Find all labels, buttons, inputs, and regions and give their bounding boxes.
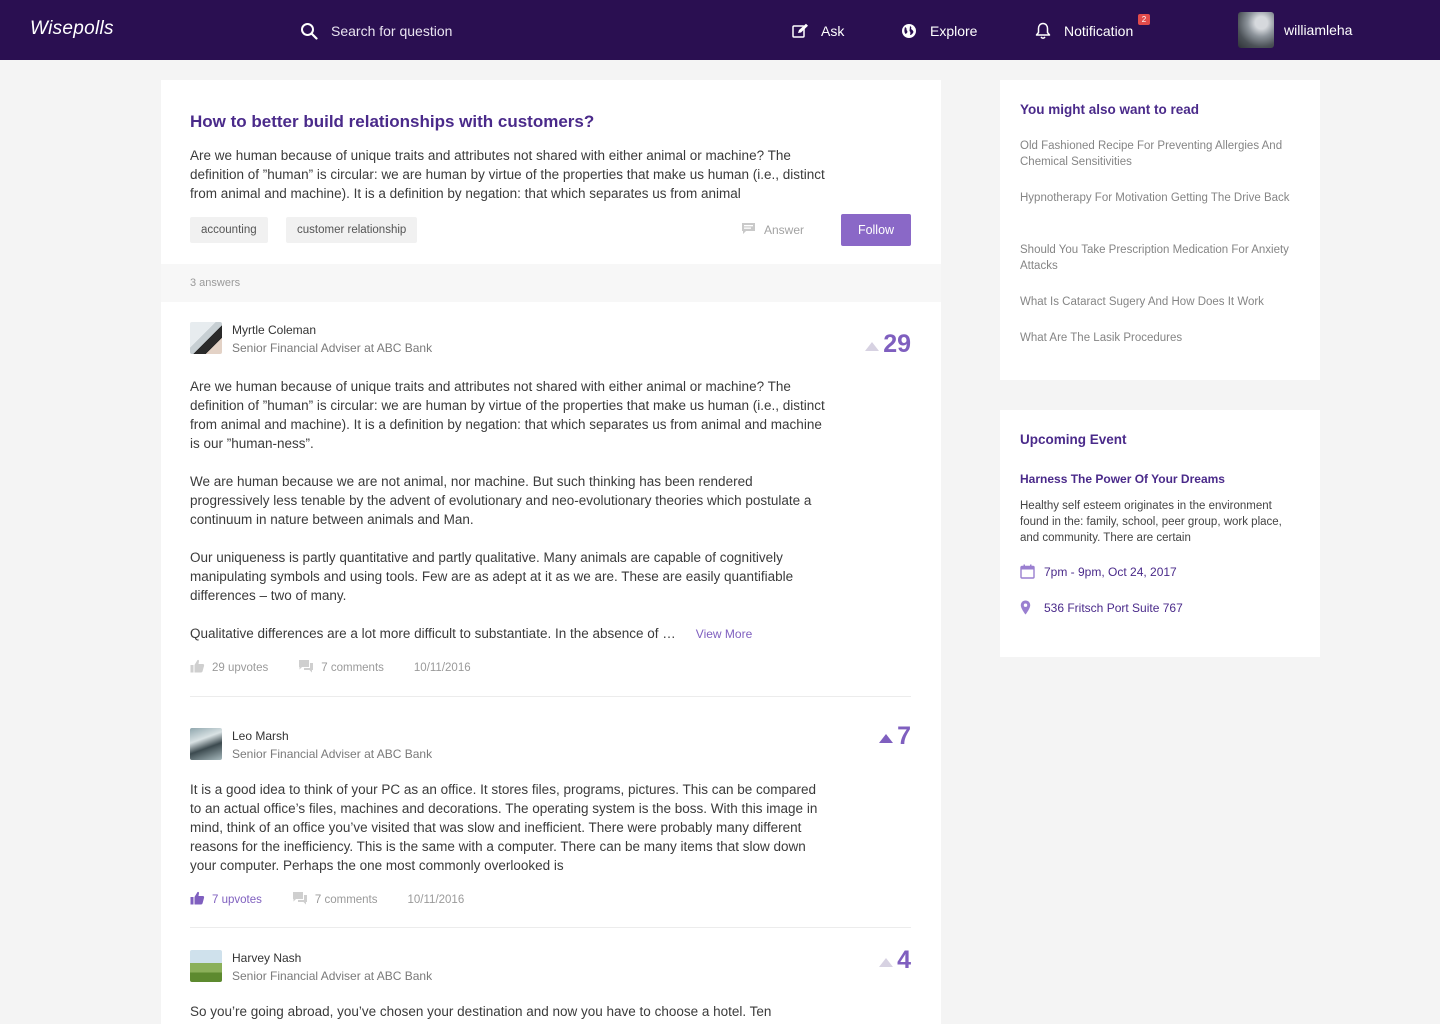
vote-counter[interactable]: 7 — [879, 722, 911, 751]
upcoming-event-title: Upcoming Event — [1020, 432, 1127, 447]
brand-logo[interactable]: Wisepolls — [30, 18, 114, 40]
calendar-icon — [1020, 564, 1038, 579]
upvote-arrow-icon[interactable] — [879, 734, 894, 743]
nav-explore[interactable]: Explore — [900, 20, 977, 42]
answer-paragraph-text: Qualitative differences are a lot more d… — [190, 626, 676, 641]
comments-count: 7 comments — [321, 661, 384, 674]
question-title[interactable]: How to better build relationships with c… — [190, 112, 594, 132]
avatar[interactable] — [190, 728, 222, 760]
vote-count: 29 — [883, 330, 911, 358]
tag-customer-relationship[interactable]: customer relationship — [286, 217, 418, 243]
upvote-button[interactable]: 29 upvotes — [190, 659, 268, 676]
upvote-button[interactable]: 7 upvotes — [190, 891, 262, 908]
edit-icon — [791, 22, 809, 40]
nav-ask[interactable]: Ask — [791, 20, 844, 42]
related-link[interactable]: What Is Cataract Sugery And How Does It … — [1020, 294, 1290, 310]
author-role: Senior Financial Adviser at ABC Bank — [232, 341, 433, 355]
answer-body: So you’re going abroad, you’ve chosen yo… — [190, 1004, 772, 1019]
view-more-link[interactable]: View More — [696, 627, 752, 641]
nav-ask-label: Ask — [821, 23, 845, 39]
event-time: 7pm - 9pm, Oct 24, 2017 — [1020, 564, 1177, 579]
event-time-text: 7pm - 9pm, Oct 24, 2017 — [1044, 564, 1177, 579]
answer-meta: 29 upvotes 7 comments 10/11/2016 — [190, 659, 501, 676]
related-link[interactable]: Should You Take Prescription Medication … — [1020, 242, 1290, 274]
vote-count: 7 — [897, 722, 911, 750]
vote-counter[interactable]: 29 — [865, 330, 911, 359]
avatar[interactable] — [190, 322, 222, 354]
answer-label: Answer — [764, 223, 805, 237]
answer-date: 10/11/2016 — [407, 893, 465, 906]
answer-item: Leo Marsh Senior Financial Adviser at AB… — [190, 722, 911, 908]
search-icon — [300, 22, 318, 40]
event-description: Healthy self esteem originates in the en… — [1020, 500, 1282, 544]
related-link[interactable]: What Are The Lasik Procedures — [1020, 330, 1290, 346]
answer-paragraph: Are we human because of unique traits an… — [190, 379, 825, 451]
follow-button[interactable]: Follow — [841, 214, 911, 246]
upvote-arrow-icon[interactable] — [865, 342, 880, 351]
nav-explore-label: Explore — [930, 23, 978, 39]
user-avatar — [1238, 12, 1274, 48]
answer-paragraph-last: Qualitative differences are a lot more d… — [190, 624, 830, 644]
answer-button[interactable]: Answer — [741, 222, 804, 238]
answer-item: Myrtle Coleman Senior Financial Adviser … — [190, 322, 911, 698]
answer-body: Are we human because of unique traits an… — [190, 377, 830, 663]
answers-count: 3 answers — [190, 277, 241, 289]
author-role: Senior Financial Adviser at ABC Bank — [232, 969, 433, 983]
author-name[interactable]: Myrtle Coleman — [232, 323, 316, 337]
answer-item: Harvey Nash Senior Financial Adviser at … — [190, 946, 911, 1024]
related-reading-card: You might also want to read Old Fashione… — [1000, 80, 1320, 380]
upcoming-event-card: Upcoming Event Harness The Power Of Your… — [1000, 410, 1320, 657]
bell-icon — [1034, 22, 1052, 40]
question-body: Are we human because of unique traits an… — [190, 148, 825, 201]
divider — [190, 696, 911, 697]
vote-count: 4 — [897, 946, 911, 974]
answer-paragraph: We are human because we are not animal, … — [190, 474, 812, 527]
user-menu[interactable]: williamleha — [1238, 12, 1352, 48]
search-input[interactable]: Search for question — [300, 20, 452, 42]
comments-button[interactable]: 7 comments — [298, 659, 384, 676]
author-name[interactable]: Leo Marsh — [232, 729, 289, 743]
upvote-count: 7 upvotes — [212, 893, 262, 906]
comment-icon — [298, 659, 321, 676]
notification-count-badge: 2 — [1138, 14, 1150, 25]
related-link[interactable]: Old Fashioned Recipe For Preventing Alle… — [1020, 138, 1290, 170]
search-placeholder: Search for question — [331, 23, 453, 39]
top-navigation-bar: Wisepolls Search for question Ask Explor… — [0, 0, 1440, 60]
vote-counter[interactable]: 4 — [879, 946, 911, 975]
answer-paragraph: Our uniqueness is partly quantitative an… — [190, 550, 794, 603]
answers-list: Myrtle Coleman Senior Financial Adviser … — [161, 302, 941, 1024]
nav-notification[interactable]: Notification 2 — [1034, 14, 1150, 42]
related-reading-title: You might also want to read — [1020, 102, 1200, 117]
author-name[interactable]: Harvey Nash — [232, 951, 301, 965]
upvote-arrow-icon[interactable] — [879, 958, 894, 967]
answers-count-bar: 3 answers — [161, 264, 941, 302]
author-role: Senior Financial Adviser at ABC Bank — [232, 747, 433, 761]
tag-accounting[interactable]: accounting — [190, 217, 268, 243]
location-pin-icon — [1020, 600, 1038, 615]
comments-count: 7 comments — [314, 893, 378, 906]
event-location-text: 536 Fritsch Port Suite 767 — [1044, 600, 1183, 615]
related-link[interactable]: Hypnotherapy For Motivation Getting The … — [1020, 190, 1290, 206]
event-location: 536 Fritsch Port Suite 767 — [1020, 600, 1183, 615]
answer-body: It is a good idea to think of your PC as… — [190, 782, 818, 873]
nav-notification-label: Notification — [1064, 23, 1134, 39]
comment-icon — [741, 222, 764, 238]
question-card: How to better build relationships with c… — [161, 80, 941, 264]
thumbs-up-icon — [190, 659, 212, 676]
answer-date: 10/11/2016 — [413, 661, 471, 674]
globe-icon — [900, 22, 918, 40]
event-name[interactable]: Harness The Power Of Your Dreams — [1020, 472, 1225, 486]
comment-icon — [292, 891, 315, 908]
avatar[interactable] — [190, 950, 222, 982]
username: williamleha — [1284, 22, 1353, 38]
comments-button[interactable]: 7 comments — [292, 891, 378, 908]
thumbs-up-icon — [190, 891, 212, 908]
answer-meta: 7 upvotes 7 comments 10/11/2016 — [190, 891, 494, 908]
divider — [190, 927, 911, 928]
upvote-count: 29 upvotes — [212, 661, 269, 674]
